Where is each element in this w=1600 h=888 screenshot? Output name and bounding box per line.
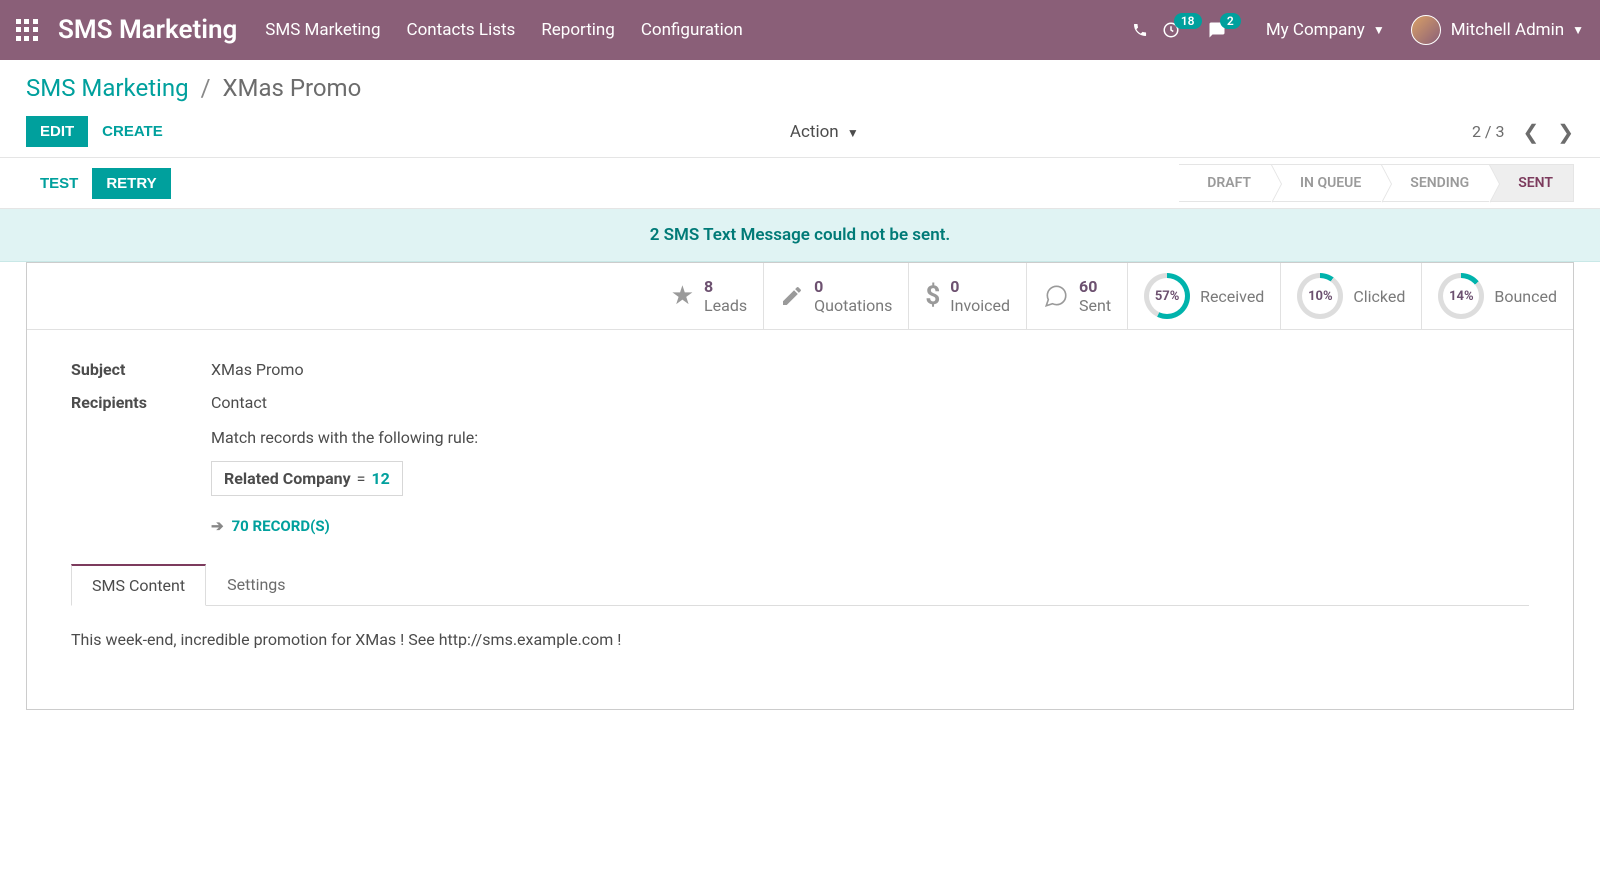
- breadcrumb: SMS Marketing / XMas Promo: [26, 74, 1574, 102]
- pager-next[interactable]: ❯: [1557, 120, 1574, 144]
- stat-invoiced[interactable]: $ 0 Invoiced: [908, 263, 1026, 329]
- stat-sent[interactable]: 60 Sent: [1026, 263, 1127, 329]
- pager-counter: 2 / 3: [1472, 122, 1505, 141]
- company-switcher[interactable]: My Company ▼: [1266, 20, 1385, 40]
- chevron-down-icon: ▼: [847, 126, 859, 140]
- subject-value: XMas Promo: [211, 360, 1529, 379]
- recipients-label: Recipients: [71, 393, 211, 535]
- apps-icon[interactable]: [16, 19, 38, 41]
- stat-clicked[interactable]: 10% Clicked: [1280, 263, 1421, 329]
- chevron-down-icon: ▼: [1373, 23, 1385, 37]
- tabs: SMS Content Settings: [71, 563, 1529, 606]
- star-icon: ★: [671, 281, 694, 311]
- subject-label: Subject: [71, 360, 211, 379]
- edit-button[interactable]: EDIT: [26, 116, 88, 147]
- stat-buttons-row: ★ 8 Leads 0 Quotations $ 0 Inv: [27, 263, 1573, 330]
- stat-quotations[interactable]: 0 Quotations: [763, 263, 908, 329]
- received-ring: 57%: [1144, 273, 1190, 319]
- clicked-ring: 10%: [1297, 273, 1343, 319]
- avatar: [1411, 15, 1441, 45]
- breadcrumb-current: XMas Promo: [222, 74, 361, 102]
- brand-title[interactable]: SMS Marketing: [58, 15, 237, 45]
- stat-bounced[interactable]: 14% Bounced: [1421, 263, 1573, 329]
- tab-settings[interactable]: Settings: [206, 564, 306, 606]
- recipients-value: Contact: [211, 393, 1529, 412]
- status-sending[interactable]: SENDING: [1382, 164, 1490, 202]
- breadcrumb-root[interactable]: SMS Marketing: [26, 74, 189, 102]
- status-in-queue[interactable]: IN QUEUE: [1272, 164, 1382, 202]
- records-link[interactable]: ➔ 70 RECORD(S): [211, 517, 330, 535]
- status-draft[interactable]: DRAFT: [1179, 164, 1272, 202]
- filter-rule-chip: Related Company = 12: [211, 461, 403, 496]
- pencil-icon: [780, 284, 804, 308]
- control-panel: SMS Marketing / XMas Promo EDIT CREATE A…: [0, 60, 1600, 158]
- stat-received[interactable]: 57% Received: [1127, 263, 1280, 329]
- pager-prev[interactable]: ❮: [1522, 120, 1539, 144]
- phone-icon[interactable]: [1132, 22, 1148, 38]
- speech-icon: [1043, 283, 1069, 309]
- bounced-ring: 14%: [1438, 273, 1484, 319]
- status-sent[interactable]: SENT: [1490, 164, 1574, 202]
- sms-body-text: This week-end, incredible promotion for …: [71, 606, 1529, 689]
- nav-sms-marketing[interactable]: SMS Marketing: [265, 20, 380, 40]
- create-button[interactable]: CREATE: [88, 116, 177, 147]
- clock-icon[interactable]: 18: [1162, 21, 1180, 39]
- error-alert: 2 SMS Text Message could not be sent.: [0, 209, 1600, 262]
- nav-configuration[interactable]: Configuration: [641, 20, 743, 40]
- nav-contacts-lists[interactable]: Contacts Lists: [407, 20, 516, 40]
- stat-leads[interactable]: ★ 8 Leads: [655, 263, 763, 329]
- status-bar: TEST RETRY DRAFT IN QUEUE SENDING SENT: [0, 158, 1600, 209]
- action-menu[interactable]: Action ▼: [177, 122, 1472, 142]
- user-name: Mitchell Admin: [1451, 20, 1564, 40]
- nav-reporting[interactable]: Reporting: [541, 20, 615, 40]
- clock-badge: 18: [1174, 13, 1202, 29]
- retry-button[interactable]: RETRY: [92, 168, 170, 199]
- chat-icon[interactable]: 2: [1208, 21, 1226, 39]
- tab-sms-content[interactable]: SMS Content: [71, 564, 206, 606]
- arrow-right-icon: ➔: [211, 517, 224, 535]
- user-menu[interactable]: Mitchell Admin ▼: [1411, 15, 1584, 45]
- dollar-icon: $: [925, 281, 940, 311]
- match-rule-heading: Match records with the following rule:: [211, 428, 1529, 447]
- chevron-down-icon: ▼: [1572, 23, 1584, 37]
- chat-badge: 2: [1220, 13, 1241, 29]
- company-name: My Company: [1266, 20, 1365, 40]
- top-navbar: SMS Marketing SMS Marketing Contacts Lis…: [0, 0, 1600, 60]
- status-steps: DRAFT IN QUEUE SENDING SENT: [1179, 164, 1574, 202]
- form-sheet: ★ 8 Leads 0 Quotations $ 0 Inv: [26, 262, 1574, 710]
- test-button[interactable]: TEST: [26, 168, 92, 199]
